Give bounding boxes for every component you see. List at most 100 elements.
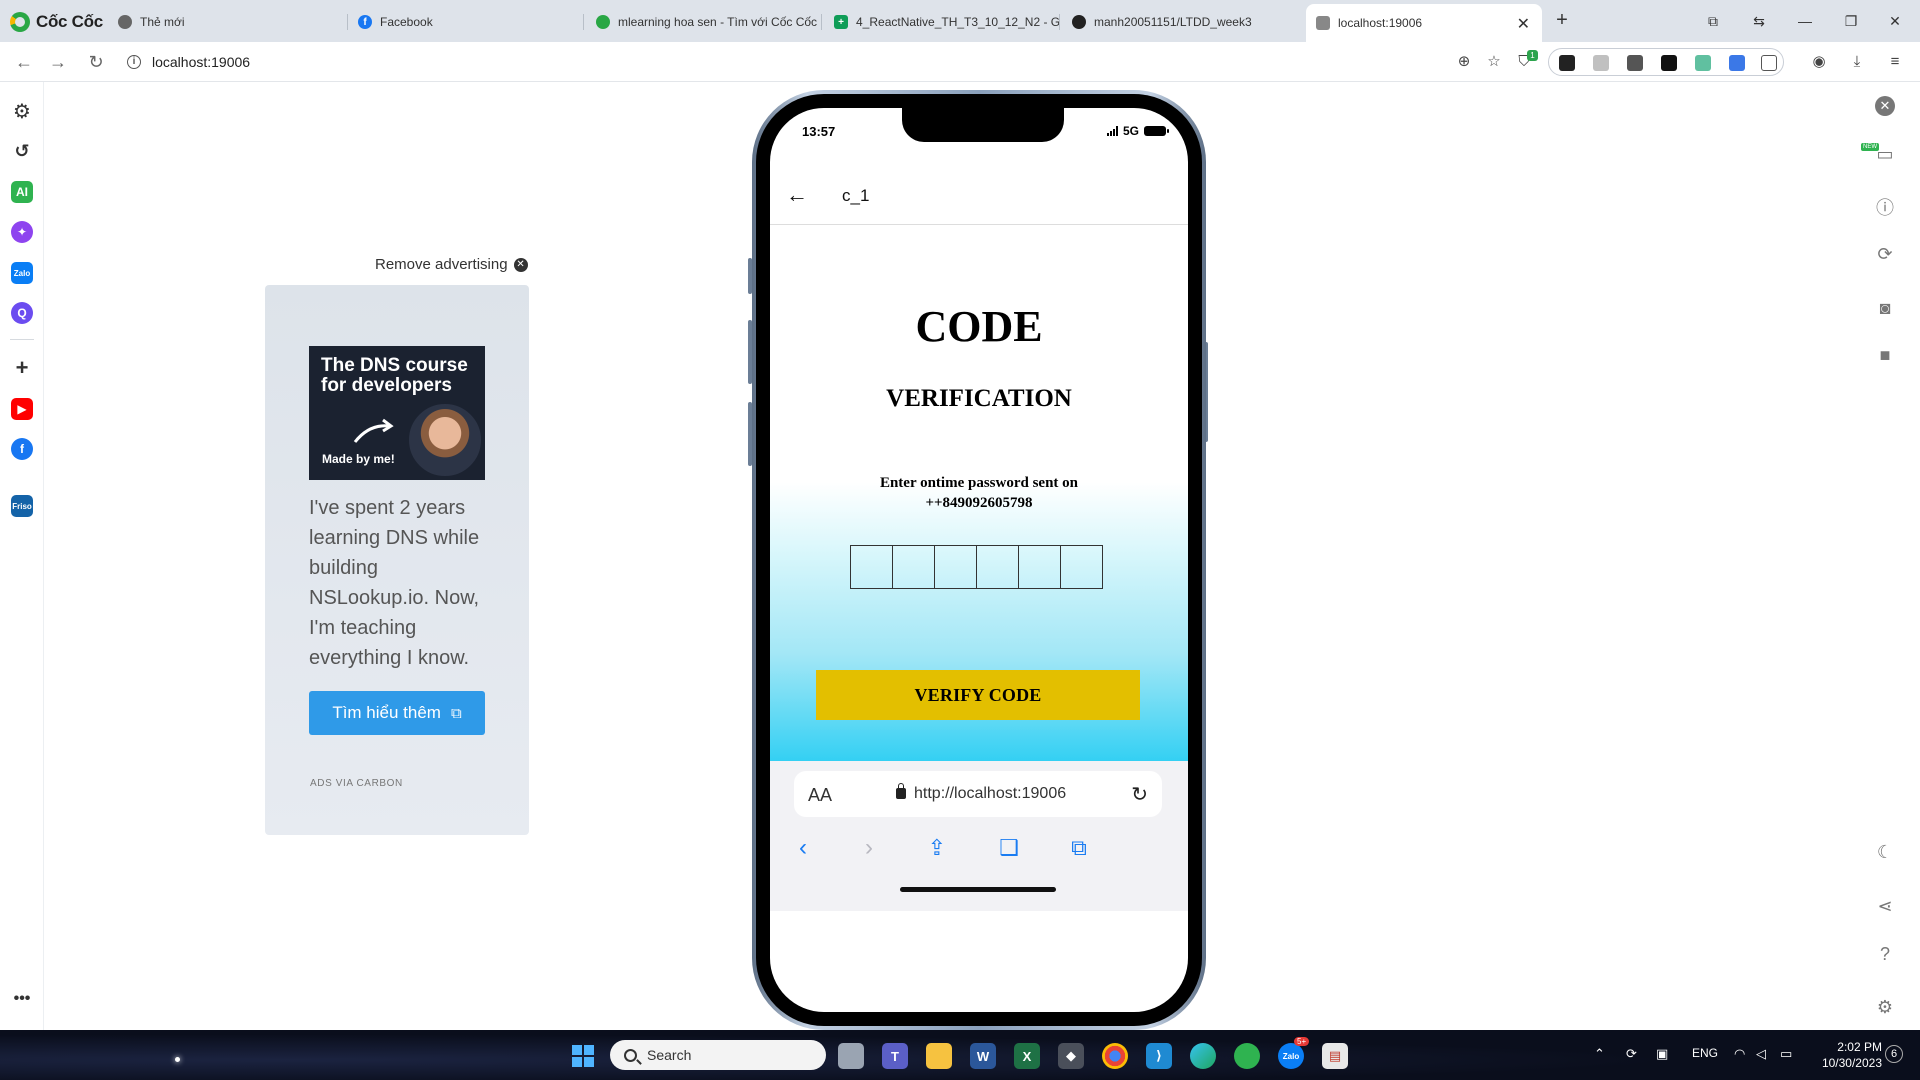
puzzle-icon[interactable] [1761, 55, 1777, 71]
notification-count[interactable]: 6 [1885, 1045, 1903, 1063]
extension-2-icon[interactable] [1593, 55, 1609, 71]
new-tab-button[interactable]: + [1552, 10, 1572, 30]
verification-heading: VERIFICATION [886, 385, 1072, 412]
coccoc-taskbar-icon[interactable] [1234, 1043, 1260, 1069]
rail-settings-icon[interactable]: ⚙ [1873, 995, 1897, 1019]
history-icon[interactable]: ↺ [11, 140, 33, 162]
close-tab-icon[interactable]: ✕ [1517, 14, 1530, 34]
file-explorer-icon[interactable] [926, 1043, 952, 1069]
download-icon[interactable]: ⤓ [1846, 51, 1868, 73]
word-icon[interactable]: W [970, 1043, 996, 1069]
close-devtools-icon[interactable]: ✕ [1873, 94, 1897, 118]
add-app-icon[interactable]: + [11, 355, 33, 380]
windows-start-icon[interactable] [572, 1045, 594, 1067]
site-info-icon[interactable]: i [127, 55, 141, 69]
tab-label: mlearning hoa sen - Tìm với Cốc Cốc [618, 15, 818, 29]
help-icon[interactable]: ? [1873, 942, 1897, 966]
extension-4-icon[interactable] [1661, 55, 1677, 71]
address-input[interactable]: localhost:19006 [152, 54, 250, 70]
safari-forward-icon[interactable]: › [854, 833, 884, 863]
friso-icon[interactable]: Friso [11, 495, 33, 517]
chrome-icon[interactable] [1102, 1043, 1128, 1069]
otp-digit-input[interactable] [892, 545, 935, 589]
sidebar-toggle-icon[interactable]: ⇆ [1744, 8, 1774, 34]
safari-tabs-icon[interactable]: ⧉ [1064, 833, 1094, 863]
extension-5-icon[interactable] [1695, 55, 1711, 71]
ads-via-carbon[interactable]: ADS VIA CARBON [310, 778, 403, 789]
more-icon[interactable]: ••• [11, 988, 33, 1010]
reader-aa-button[interactable]: AA [808, 785, 832, 806]
dark-mode-moon-icon[interactable]: ☾ [1873, 840, 1897, 864]
rotate-icon[interactable]: ⟳ [1873, 242, 1897, 266]
safari-address-bar[interactable]: AA http://localhost:19006 ↻ [794, 771, 1162, 817]
coccoc-q-icon[interactable]: Q [11, 302, 33, 324]
taskbar-search-input[interactable]: Search [610, 1040, 826, 1070]
zalo-icon[interactable]: Zalo [11, 262, 33, 284]
profile-icon[interactable]: ◉ [1808, 51, 1830, 73]
restore-icon[interactable]: ❐ [1836, 8, 1866, 34]
vscode-icon[interactable]: ⟩ [1146, 1043, 1172, 1069]
tab-sheets[interactable]: + 4_ReactNative_TH_T3_10_12_N2 - Go [824, 6, 1060, 38]
wallpaper-star [175, 1057, 180, 1062]
safari-reload-icon[interactable]: ↻ [1131, 782, 1148, 807]
battery-tray-icon[interactable]: ▭ [1780, 1046, 1792, 1062]
otp-digit-input[interactable] [1060, 545, 1103, 589]
notes-app-icon[interactable]: ▤ [1322, 1043, 1348, 1069]
bookmark-star-icon[interactable]: ☆ [1483, 51, 1505, 73]
menu-icon[interactable]: ≡ [1884, 51, 1906, 73]
back-icon[interactable]: ← [12, 50, 36, 74]
forward-icon[interactable]: → [46, 50, 70, 74]
wifi-icon[interactable]: ◠ [1734, 1046, 1745, 1062]
settings-gear-icon[interactable]: ⚙ [11, 100, 33, 123]
tab-localhost[interactable]: localhost:19006 ✕ [1306, 4, 1542, 42]
messenger-icon[interactable]: ✦ [11, 221, 33, 243]
tab-new[interactable]: Thẻ mới [108, 6, 348, 38]
unity-icon[interactable]: ◆ [1058, 1043, 1084, 1069]
tab-facebook[interactable]: f Facebook [348, 6, 584, 38]
translate-icon[interactable] [1729, 55, 1745, 71]
share-icon[interactable]: ⋖ [1873, 894, 1897, 918]
browser-brand[interactable]: Cốc Cốc [10, 10, 103, 34]
extension-1-icon[interactable] [1559, 55, 1575, 71]
tab-search[interactable]: mlearning hoa sen - Tìm với Cốc Cốc [586, 6, 822, 38]
remove-advertising-link[interactable]: Remove advertising ✕ [375, 256, 528, 273]
zoom-icon[interactable]: ⊕ [1453, 51, 1475, 73]
back-arrow-icon[interactable]: ← [786, 182, 812, 208]
otp-digit-input[interactable] [850, 545, 893, 589]
edge-icon[interactable] [1190, 1043, 1216, 1069]
otp-digit-input[interactable] [976, 545, 1019, 589]
minimize-icon[interactable]: — [1790, 8, 1820, 34]
safari-share-icon[interactable]: ⇪ [922, 833, 952, 863]
facebook-sidebar-icon[interactable]: f [11, 438, 33, 460]
otp-digit-input[interactable] [1018, 545, 1061, 589]
volume-icon[interactable]: ◁ [1756, 1046, 1766, 1062]
ad-image[interactable]: The DNS course for developers Made by me… [309, 346, 485, 480]
video-camera-icon[interactable]: ■ [1873, 343, 1897, 367]
youtube-icon[interactable]: ▶ [11, 398, 33, 420]
verify-code-button[interactable]: VERIFY CODE [816, 670, 1140, 720]
safari-bookmarks-icon[interactable]: ❑ [994, 833, 1024, 863]
excel-icon[interactable]: X [1014, 1043, 1040, 1069]
ai-icon[interactable]: AI [11, 181, 33, 203]
language-indicator[interactable]: ENG [1692, 1046, 1718, 1060]
input-method-icon[interactable]: ▣ [1656, 1046, 1668, 1062]
zalo-taskbar-icon[interactable]: Zalo [1278, 1043, 1304, 1069]
taskbar-clock[interactable]: 2:02 PM 10/30/2023 [1812, 1039, 1882, 1071]
task-view-icon[interactable] [838, 1043, 864, 1069]
close-window-icon[interactable]: ✕ [1880, 8, 1910, 34]
tab-github[interactable]: manh20051151/LTDD_week3 [1062, 6, 1302, 38]
signal-icon [1106, 126, 1118, 136]
camera-icon[interactable]: ◙ [1873, 296, 1897, 320]
tray-overflow-icon[interactable]: ⌃ [1594, 1046, 1605, 1062]
otp-digit-input[interactable] [934, 545, 977, 589]
safari-back-icon[interactable]: ‹ [788, 833, 818, 863]
extension-3-icon[interactable] [1627, 55, 1643, 71]
tab-label: Thẻ mới [140, 15, 185, 29]
reload-icon[interactable]: ↻ [84, 50, 108, 74]
info-icon[interactable]: ⓘ [1873, 195, 1897, 219]
ad-learn-more-button[interactable]: Tìm hiểu thêm ⧉ [309, 691, 485, 735]
sync-icon[interactable]: ⟳ [1626, 1046, 1637, 1062]
tab-label: 4_ReactNative_TH_T3_10_12_N2 - Go [856, 15, 1060, 29]
tab-search-icon[interactable]: ⧉ [1698, 8, 1728, 34]
teams-icon[interactable]: T [882, 1043, 908, 1069]
